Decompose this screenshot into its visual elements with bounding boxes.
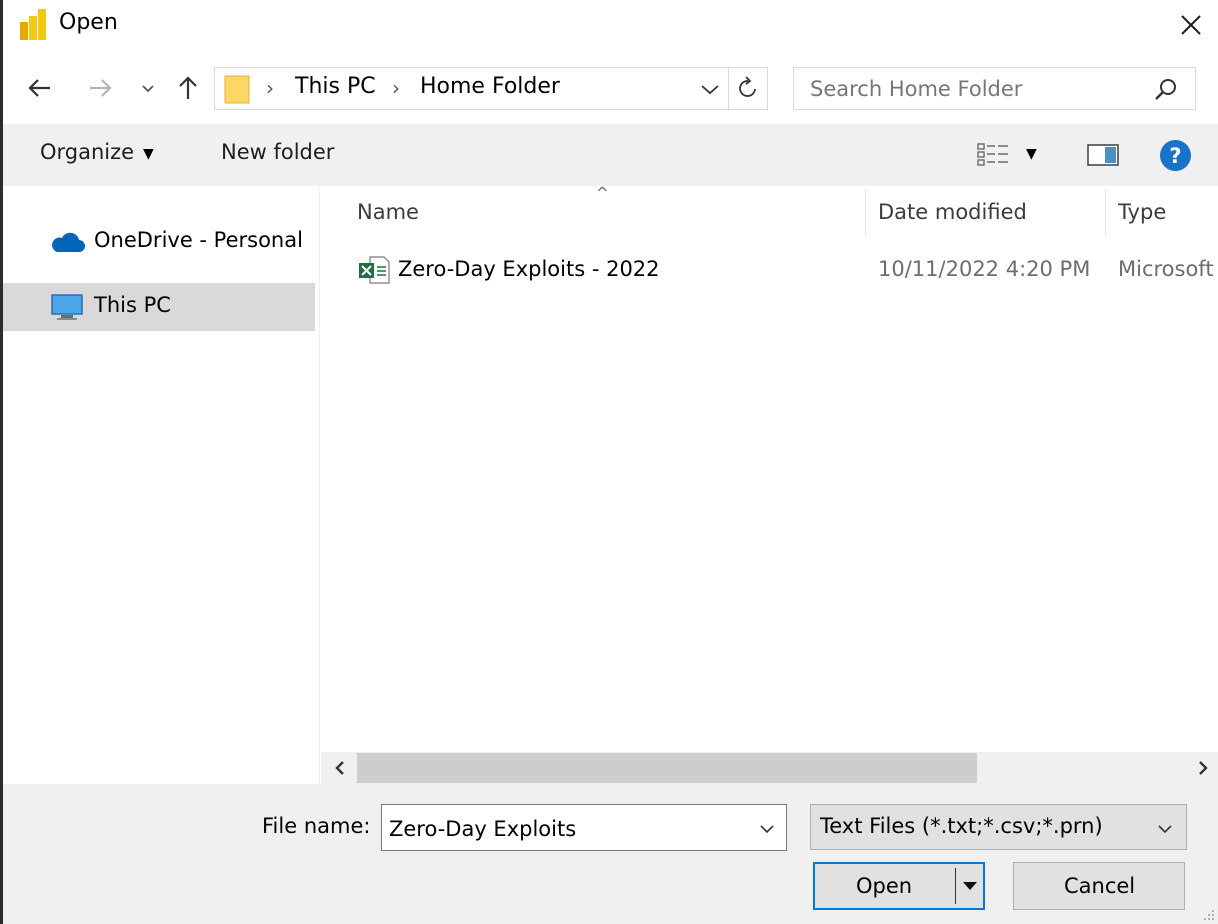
close-button[interactable] [1170, 4, 1214, 44]
resize-grip-icon[interactable] [1200, 906, 1216, 922]
chevron-down-icon [701, 85, 719, 95]
open-options-dropdown[interactable] [959, 868, 981, 904]
navigation-pane [3, 186, 319, 784]
chevron-down-icon [760, 825, 774, 834]
help-icon[interactable]: ? [1159, 139, 1192, 172]
sidebar-item-this-pc[interactable]: This PC [3, 283, 315, 331]
back-button[interactable] [22, 66, 60, 110]
split-divider [955, 868, 956, 904]
svg-text:?: ? [1169, 144, 1181, 168]
column-header-name[interactable]: Name [357, 200, 419, 224]
refresh-button[interactable] [730, 68, 766, 109]
file-name-input[interactable] [389, 815, 739, 843]
window-title: Open [59, 10, 118, 35]
scroll-right-button[interactable] [1186, 752, 1218, 784]
cloud-icon [49, 228, 85, 260]
column-header-type[interactable]: Type [1118, 200, 1166, 224]
folder-icon [224, 74, 250, 104]
breadcrumb-separator[interactable]: › [392, 76, 400, 100]
arrow-right-icon [90, 79, 112, 97]
cancel-button[interactable]: Cancel [1013, 862, 1185, 910]
view-options-icon[interactable] [976, 140, 1010, 170]
chevron-right-icon [1199, 761, 1208, 775]
caret-down-icon[interactable]: ▼ [1026, 146, 1037, 162]
file-type-selected: Text Files (*.txt;*.csv;*.prn) [820, 814, 1103, 838]
scrollbar-thumb[interactable] [357, 753, 977, 783]
preview-pane-icon[interactable] [1086, 143, 1120, 167]
sidebar-item-onedrive[interactable]: OneDrive - Personal [3, 218, 315, 266]
chevron-down-icon [142, 85, 154, 93]
divider [728, 68, 729, 109]
new-folder-button[interactable]: New folder [221, 140, 334, 164]
search-input[interactable] [810, 76, 1130, 102]
caret-down-icon[interactable]: ▼ [143, 146, 154, 162]
file-name-combobox[interactable] [381, 804, 787, 851]
up-button[interactable] [170, 66, 206, 110]
column-header-date-modified[interactable]: Date modified [878, 200, 1027, 224]
file-type-select[interactable]: Text Files (*.txt;*.csv;*.prn) [810, 804, 1187, 850]
close-icon [1181, 15, 1201, 35]
file-name-dropdown[interactable] [752, 813, 782, 843]
file-name-label: File name: [262, 814, 371, 838]
refresh-icon [739, 76, 756, 97]
breadcrumb-home-folder[interactable]: Home Folder [420, 74, 560, 99]
breadcrumb-this-pc[interactable]: This PC [295, 74, 376, 99]
monitor-icon [49, 292, 85, 326]
chevron-down-icon [1158, 825, 1172, 834]
column-divider[interactable] [1105, 188, 1106, 236]
breadcrumb-separator[interactable]: › [266, 76, 274, 100]
open-button[interactable]: Open [813, 862, 985, 910]
arrow-up-icon [179, 76, 197, 99]
sidebar-item-label: This PC [94, 293, 171, 317]
search-icon[interactable] [1150, 76, 1180, 104]
excel-file-icon [357, 254, 391, 286]
file-name[interactable]: Zero-Day Exploits - 2022 [398, 257, 660, 281]
cancel-button-label: Cancel [1064, 874, 1136, 898]
arrow-left-icon [28, 79, 50, 97]
search-box[interactable] [793, 67, 1196, 110]
organize-button[interactable]: Organize [40, 140, 134, 164]
file-date-modified: 10/11/2022 4:20 PM [878, 257, 1091, 281]
title-bar [3, 0, 1218, 50]
power-bi-icon [18, 8, 48, 40]
sidebar-item-label: OneDrive - Personal [94, 228, 303, 252]
file-type: Microsoft Excel Worksheet [1118, 257, 1218, 281]
sort-ascending-icon: ^ [596, 184, 609, 202]
open-button-label: Open [856, 874, 913, 898]
scroll-left-button[interactable] [323, 752, 357, 784]
recent-locations-button[interactable] [136, 66, 160, 110]
forward-button[interactable] [82, 66, 120, 110]
address-history-dropdown[interactable] [694, 68, 726, 109]
file-type-dropdown[interactable] [1150, 813, 1180, 843]
column-divider[interactable] [865, 188, 866, 236]
chevron-left-icon [335, 761, 344, 775]
caret-down-icon [963, 882, 977, 890]
